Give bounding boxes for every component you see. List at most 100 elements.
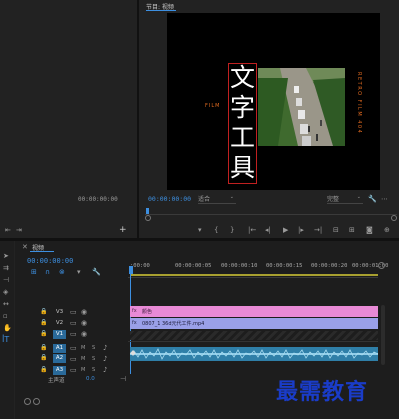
track-select-icon[interactable]: ⇉: [3, 264, 9, 272]
play-icon[interactable]: ▶: [283, 226, 288, 234]
step-forward-icon[interactable]: |▸: [298, 226, 304, 234]
sync-lock-icon[interactable]: ▭: [70, 330, 77, 338]
razor-tool-icon[interactable]: ◈: [3, 288, 8, 296]
solo-icon[interactable]: S: [92, 366, 95, 374]
watermark-text: 最需教育: [276, 379, 369, 405]
add-marker-icon[interactable]: ▾: [77, 268, 81, 276]
sync-lock-icon[interactable]: ▭: [70, 344, 77, 352]
program-timecode[interactable]: 00:00:00:00: [148, 195, 191, 203]
master-value[interactable]: 0.0: [86, 376, 95, 382]
sync-lock-icon[interactable]: ▭: [70, 355, 77, 363]
button-editor-icon[interactable]: ⊕: [384, 226, 390, 234]
step-back-icon[interactable]: ◂|: [265, 226, 271, 234]
clip-v1-hatch: [130, 331, 378, 340]
track-v1: 🔒 V1 ▭ ◉: [0, 329, 128, 340]
mute-icon[interactable]: M: [81, 355, 85, 363]
wrench-icon[interactable]: 🔧: [368, 195, 377, 203]
voiceover-mic-icon[interactable]: ♪: [103, 355, 107, 363]
program-scrub-bar[interactable]: [145, 208, 397, 215]
clip-v2-color[interactable]: fx 颜色: [130, 306, 378, 317]
fx-badge-icon: fx: [132, 308, 137, 314]
timeline-settings-icon[interactable]: 🔧: [92, 268, 101, 276]
snap-icon[interactable]: ∩: [45, 268, 50, 276]
ruler-label-4: 00:00:00:20: [311, 263, 348, 269]
master-end-icon[interactable]: ⊣: [120, 375, 126, 383]
lock-icon[interactable]: 🔒: [40, 308, 47, 315]
go-to-in-icon[interactable]: |←: [248, 226, 256, 234]
clip-v1-label: 0807_1 36d元代工件.mp4: [142, 321, 205, 327]
lock-icon[interactable]: 🔒: [40, 330, 47, 337]
clip-v1-video[interactable]: fx 0807_1 36d元代工件.mp4: [130, 318, 378, 329]
ripple-edit-icon[interactable]: ⊣: [3, 276, 9, 284]
eye-icon[interactable]: ◉: [81, 330, 87, 338]
eye-icon[interactable]: ◉: [81, 319, 87, 327]
track-a2: 🔒 A2 ▭ M S ♪: [0, 353, 128, 365]
track-label-a2[interactable]: A2: [53, 354, 66, 363]
solo-icon[interactable]: S: [92, 355, 95, 363]
track-a3: 🔒 A3 ▭ M S ♪: [0, 365, 128, 375]
lock-icon[interactable]: 🔒: [40, 344, 47, 351]
track-label-a3[interactable]: A3: [53, 366, 66, 375]
sync-lock-icon[interactable]: ▭: [70, 319, 77, 327]
mute-icon[interactable]: M: [81, 366, 85, 374]
work-area-bar[interactable]: [130, 274, 378, 276]
chevron-down-icon: ⌄: [356, 194, 361, 200]
zoom-select[interactable]: 适合 ⌄: [198, 194, 236, 204]
track-label-v1[interactable]: V1: [53, 330, 66, 339]
chevron-down-icon: ⌄: [229, 194, 234, 200]
track-label-v2[interactable]: V2: [53, 319, 66, 328]
marker-icon[interactable]: ▾: [198, 226, 202, 234]
mark-in-icon[interactable]: {: [214, 226, 218, 234]
source-step-icon[interactable]: ⇤: [5, 226, 11, 234]
linked-selection-icon[interactable]: ⊗: [59, 268, 65, 276]
master-label: 主声道: [48, 378, 65, 384]
lock-icon[interactable]: 🔒: [40, 319, 47, 326]
title-text-char-4: 具: [230, 153, 256, 182]
video-photo: [258, 68, 345, 146]
solo-icon[interactable]: S: [92, 344, 95, 352]
program-zoom-handle-left[interactable]: [145, 215, 151, 221]
timeline-scroll-handle[interactable]: [378, 262, 385, 269]
source-next-icon[interactable]: ⇥: [16, 226, 22, 234]
lock-icon[interactable]: 🔒: [40, 354, 47, 361]
clip-a2-audio[interactable]: [130, 347, 378, 361]
ruler-label-1: 00:00:00:05: [175, 263, 212, 269]
voiceover-mic-icon[interactable]: ♪: [103, 344, 107, 352]
extract-icon[interactable]: ⊞: [349, 226, 355, 234]
timeline-hscroll-left[interactable]: [24, 398, 31, 405]
sync-lock-icon[interactable]: ▭: [70, 308, 77, 316]
voiceover-mic-icon[interactable]: ♪: [103, 366, 107, 374]
track-v3: 🔒 V3 ▭ ◉: [0, 307, 128, 318]
timeline-vscroll[interactable]: [381, 305, 385, 365]
track-label-a1[interactable]: A1: [53, 344, 66, 353]
mark-out-icon[interactable]: }: [230, 226, 234, 234]
close-panel-icon[interactable]: ✕: [22, 243, 28, 251]
fx-badge-icon: fx: [132, 320, 137, 326]
quality-select[interactable]: 完整 ⌄: [327, 194, 363, 204]
ruler-label-3: 00:00:00:15: [266, 263, 303, 269]
selection-tool-icon[interactable]: ➤: [3, 252, 9, 260]
timeline-timecode[interactable]: 00:00:00:00: [27, 257, 73, 265]
go-to-out-icon[interactable]: →|: [314, 226, 322, 234]
eye-icon[interactable]: ◉: [81, 308, 87, 316]
zoom-select-value: 适合: [198, 196, 211, 203]
nest-icon[interactable]: ⊞: [31, 268, 37, 276]
timeline-hscroll-right[interactable]: [33, 398, 40, 405]
timeline-playhead[interactable]: [129, 266, 133, 274]
film-label-left: FILM: [205, 103, 221, 109]
track-label-v3[interactable]: V3: [53, 308, 66, 317]
timeline-tab-underline: [30, 251, 54, 252]
road-photo-svg: [258, 68, 345, 146]
camera-icon[interactable]: ◙: [366, 226, 373, 234]
video-audio-divider: [128, 341, 378, 342]
track-v2: 🔒 V2 ▭ ◉: [0, 318, 128, 329]
program-zoom-handle-right[interactable]: [391, 215, 397, 221]
lift-icon[interactable]: ⊟: [333, 226, 339, 234]
title-text-char-1: 文: [230, 63, 256, 92]
lock-icon[interactable]: 🔒: [40, 366, 47, 373]
mute-icon[interactable]: M: [81, 344, 85, 352]
sync-lock-icon[interactable]: ▭: [70, 366, 77, 374]
program-playhead[interactable]: [146, 208, 149, 214]
source-add-icon[interactable]: +: [119, 226, 127, 235]
settings-extra-icon[interactable]: ⋯: [381, 195, 388, 203]
